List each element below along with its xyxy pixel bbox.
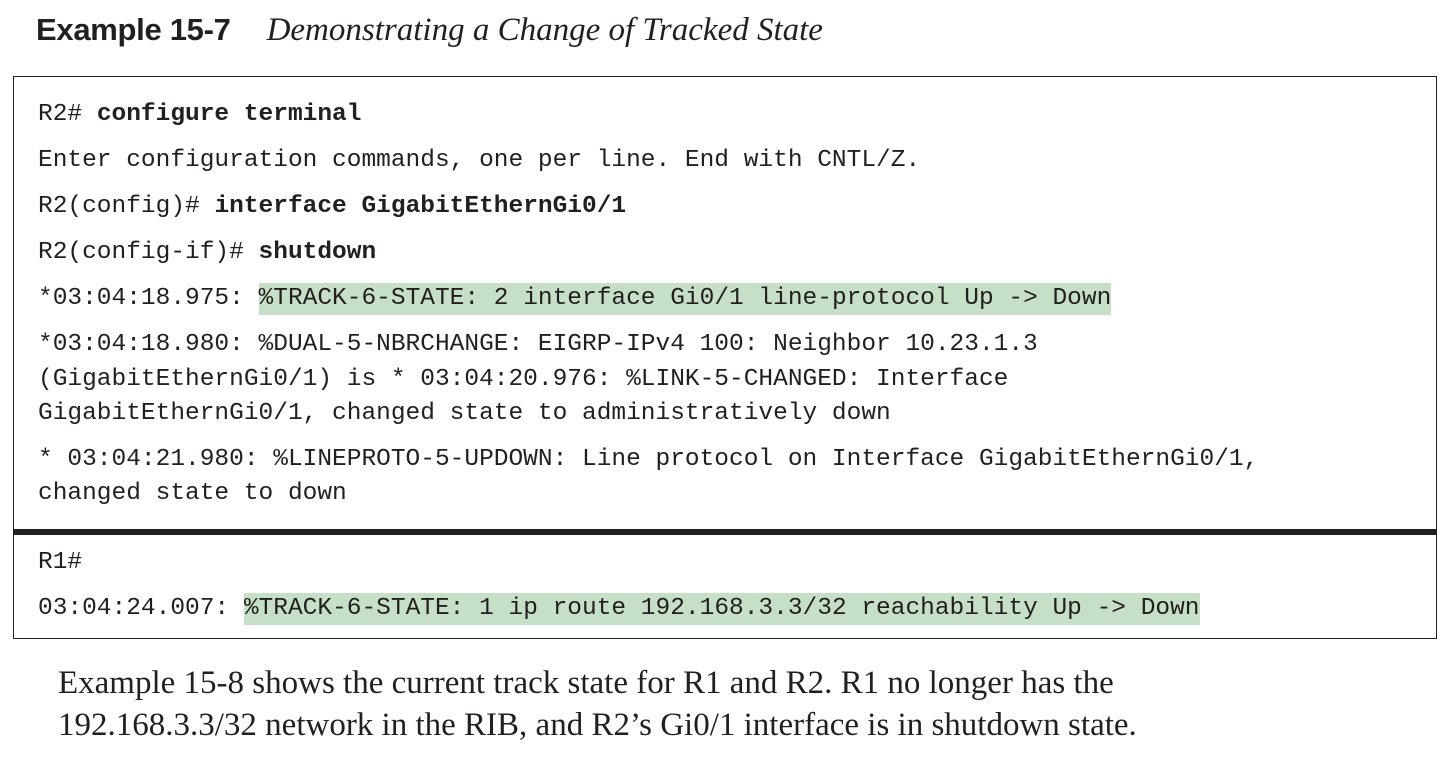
highlighted-log-message: %TRACK-6-STATE: 2 interface Gi0/1 line-p… — [258, 283, 1112, 315]
code-line: changed state to down — [38, 480, 347, 507]
code-line: *03:04:18.980: %DUAL-5-NBRCHANGE: EIGRP-… — [38, 331, 1038, 358]
code-line: R2# configure terminal — [38, 98, 361, 132]
cli-command: shutdown — [258, 239, 377, 266]
body-paragraph: Example 15-8 shows the current track sta… — [58, 662, 1137, 746]
code-line: Enter configuration commands, one per li… — [38, 147, 921, 174]
code-line: * 03:04:21.980: %LINEPROTO-5-UPDOWN: Lin… — [38, 446, 1259, 473]
code-line: GigabitEthernGi0/1, changed state to adm… — [38, 400, 891, 427]
example-number: Example 15-7 — [36, 12, 231, 47]
cli-prompt: R2# — [38, 101, 97, 128]
code-line: (GigabitEthernGi0/1) is * 03:04:20.976: … — [38, 366, 1009, 393]
body-line: Example 15-8 shows the current track sta… — [58, 665, 1114, 701]
cli-prompt: R2(config)# — [38, 193, 215, 220]
code-line: R2(config)# interface GigabitEthernGi0/1 — [38, 190, 626, 224]
cli-command: configure terminal — [96, 101, 362, 128]
r1-output-section: R1# 03:04:24.007: %TRACK-6-STATE: 1 ip r… — [14, 535, 1436, 638]
highlighted-log-message: %TRACK-6-STATE: 1 ip route 192.168.3.3/3… — [243, 593, 1200, 625]
code-line: *03:04:18.975: %TRACK-6-STATE: 2 interfa… — [38, 282, 1112, 316]
log-timestamp: *03:04:18.975: — [38, 285, 259, 312]
example-caption: Demonstrating a Change of Tracked State — [266, 12, 823, 48]
code-line: R2(config-if)# shutdown — [38, 236, 376, 270]
example-heading: Example 15-7 Demonstrating a Change of T… — [36, 12, 823, 56]
code-line: 03:04:24.007: %TRACK-6-STATE: 1 ip route… — [38, 592, 1200, 626]
log-timestamp: 03:04:24.007: — [38, 595, 244, 622]
r2-output-section: R2# configure terminal Enter configurati… — [14, 77, 1436, 531]
cli-command: interface GigabitEthernGi0/1 — [214, 193, 627, 220]
code-listing: R2# configure terminal Enter configurati… — [13, 76, 1437, 639]
body-line: 192.168.3.3/32 network in the RIB, and R… — [58, 707, 1137, 743]
code-line: R1# — [38, 549, 83, 576]
cli-prompt: R2(config-if)# — [38, 239, 259, 266]
